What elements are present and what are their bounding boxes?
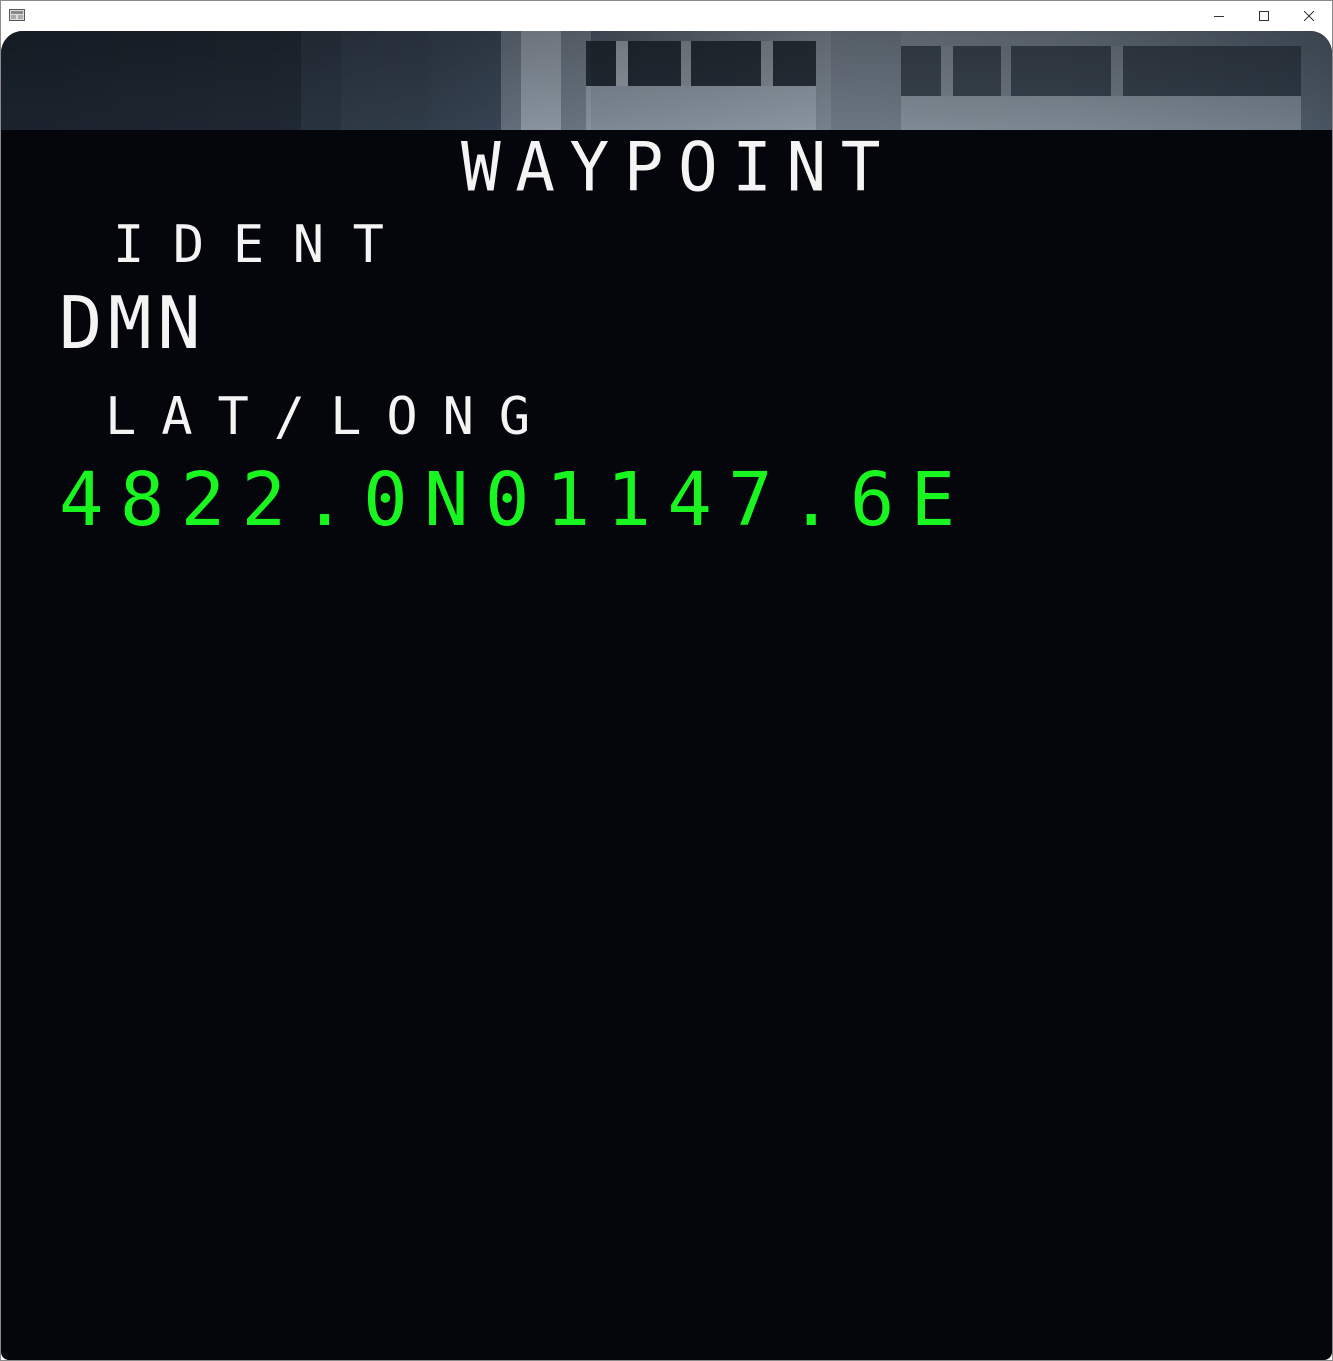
ident-label: IDENT	[113, 215, 413, 275]
latlong-value[interactable]: 4822.0N01147.6E	[59, 463, 971, 537]
latlong-label: LAT/LONG	[105, 387, 556, 447]
title-bar[interactable]	[1, 1, 1332, 31]
ident-value[interactable]: DMN	[59, 287, 206, 359]
app-window: WAYPOINT IDENT DMN LAT/LONG 4822.0N01147…	[0, 0, 1333, 1361]
cockpit-background-image	[1, 31, 1332, 130]
close-icon	[1304, 11, 1314, 21]
close-button[interactable]	[1286, 1, 1332, 31]
cdu-screen: WAYPOINT IDENT DMN LAT/LONG 4822.0N01147…	[1, 31, 1332, 1360]
minimize-button[interactable]	[1196, 1, 1242, 31]
page-title: WAYPOINT	[461, 128, 896, 207]
maximize-icon	[1259, 11, 1269, 21]
maximize-button[interactable]	[1241, 1, 1287, 31]
minimize-icon	[1214, 16, 1224, 17]
app-icon	[9, 9, 25, 21]
